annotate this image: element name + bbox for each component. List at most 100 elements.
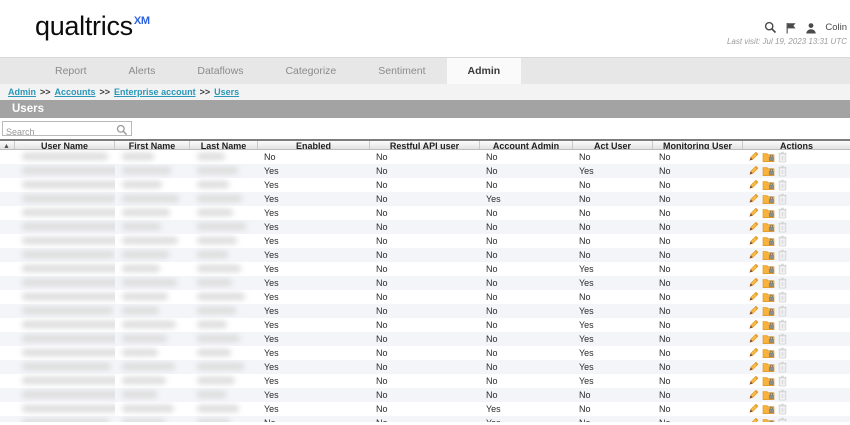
edit-icon[interactable]: [747, 375, 760, 387]
delete-icon[interactable]: [777, 193, 790, 205]
edit-icon[interactable]: [747, 235, 760, 247]
edit-icon[interactable]: [747, 389, 760, 401]
folder-lock-icon[interactable]: [762, 403, 775, 415]
delete-icon[interactable]: [777, 263, 790, 275]
search-input[interactable]: [3, 126, 115, 138]
edit-icon[interactable]: [747, 165, 760, 177]
folder-lock-icon[interactable]: [762, 249, 775, 261]
folder-lock-icon[interactable]: [762, 263, 775, 275]
edit-icon[interactable]: [747, 291, 760, 303]
edit-icon[interactable]: [747, 333, 760, 345]
cell-last-name-redacted: [190, 290, 258, 304]
edit-icon[interactable]: [747, 319, 760, 331]
tab-report[interactable]: Report: [34, 58, 108, 84]
column-header-monitoring-user[interactable]: Monitoring User: [653, 141, 743, 149]
column-header-restful-api-user[interactable]: Restful API user: [370, 141, 480, 149]
folder-lock-icon[interactable]: [762, 305, 775, 317]
column-header-first-name[interactable]: First Name: [115, 141, 190, 149]
search-icon[interactable]: [764, 21, 777, 34]
cell-enabled: No: [258, 416, 370, 422]
edit-icon[interactable]: [747, 193, 760, 205]
delete-icon[interactable]: [777, 221, 790, 233]
delete-icon[interactable]: [777, 305, 790, 317]
sort-arrow-icon[interactable]: ▲: [0, 141, 15, 149]
folder-lock-icon[interactable]: [762, 193, 775, 205]
tab-dataflows[interactable]: Dataflows: [176, 58, 264, 84]
breadcrumb-link-accounts[interactable]: Accounts: [55, 87, 96, 97]
tab-bar: ReportAlertsDataflowsCategorizeSentiment…: [0, 57, 850, 84]
folder-lock-icon[interactable]: [762, 417, 775, 422]
edit-icon[interactable]: [747, 417, 760, 422]
column-header-last-name[interactable]: Last Name: [190, 141, 258, 149]
delete-icon[interactable]: [777, 179, 790, 191]
folder-lock-icon[interactable]: [762, 361, 775, 373]
folder-lock-icon[interactable]: [762, 291, 775, 303]
column-header-enabled[interactable]: Enabled: [258, 141, 370, 149]
delete-icon[interactable]: [777, 361, 790, 373]
edit-icon[interactable]: [747, 305, 760, 317]
column-header-act-user[interactable]: Act User: [573, 141, 653, 149]
folder-lock-icon[interactable]: [762, 235, 775, 247]
edit-icon[interactable]: [747, 249, 760, 261]
breadcrumb-link-enterprise-account[interactable]: Enterprise account: [114, 87, 196, 97]
edit-icon[interactable]: [747, 263, 760, 275]
folder-lock-icon[interactable]: [762, 389, 775, 401]
username[interactable]: Colin: [825, 22, 847, 33]
edit-icon[interactable]: [747, 207, 760, 219]
edit-icon[interactable]: [747, 403, 760, 415]
cell-last-name-redacted: [190, 192, 258, 206]
folder-lock-icon[interactable]: [762, 151, 775, 163]
folder-lock-icon[interactable]: [762, 179, 775, 191]
cell-restful-api-user: No: [370, 206, 480, 220]
edit-icon[interactable]: [747, 179, 760, 191]
cell-first-name-redacted: [115, 206, 190, 220]
tab-sentiment[interactable]: Sentiment: [357, 58, 446, 84]
cell-act-user: No: [573, 150, 653, 164]
folder-lock-icon[interactable]: [762, 333, 775, 345]
cell-user-name-redacted: [15, 248, 115, 262]
delete-icon[interactable]: [777, 235, 790, 247]
column-header-user-name[interactable]: User Name: [15, 141, 115, 149]
edit-icon[interactable]: [747, 361, 760, 373]
folder-lock-icon[interactable]: [762, 165, 775, 177]
edit-icon[interactable]: [747, 221, 760, 233]
folder-lock-icon[interactable]: [762, 319, 775, 331]
tab-alerts[interactable]: Alerts: [108, 58, 177, 84]
delete-icon[interactable]: [777, 375, 790, 387]
delete-icon[interactable]: [777, 277, 790, 289]
edit-icon[interactable]: [747, 151, 760, 163]
edit-icon[interactable]: [747, 347, 760, 359]
folder-lock-icon[interactable]: [762, 277, 775, 289]
cell-enabled: Yes: [258, 402, 370, 416]
folder-lock-icon[interactable]: [762, 221, 775, 233]
breadcrumb-link-users[interactable]: Users: [214, 87, 239, 97]
delete-icon[interactable]: [777, 403, 790, 415]
delete-icon[interactable]: [777, 417, 790, 422]
flag-icon[interactable]: [785, 22, 797, 34]
delete-icon[interactable]: [777, 165, 790, 177]
delete-icon[interactable]: [777, 347, 790, 359]
column-header-account-admin[interactable]: Account Admin: [480, 141, 573, 149]
tab-categorize[interactable]: Categorize: [264, 58, 357, 84]
folder-lock-icon[interactable]: [762, 207, 775, 219]
edit-icon[interactable]: [747, 277, 760, 289]
magnifier-icon[interactable]: [116, 123, 128, 141]
delete-icon[interactable]: [777, 319, 790, 331]
delete-icon[interactable]: [777, 389, 790, 401]
cell-restful-api-user: No: [370, 374, 480, 388]
cell-user-name-redacted: [15, 318, 115, 332]
column-header-actions[interactable]: Actions: [743, 141, 850, 149]
user-icon[interactable]: [805, 22, 817, 34]
breadcrumb-link-admin[interactable]: Admin: [8, 87, 36, 97]
cell-actions: [743, 375, 850, 387]
cell-user-name-redacted: [15, 374, 115, 388]
tab-admin[interactable]: Admin: [447, 58, 522, 84]
folder-lock-icon[interactable]: [762, 347, 775, 359]
delete-icon[interactable]: [777, 151, 790, 163]
users-table: ▲ User NameFirst NameLast NameEnabledRes…: [0, 139, 850, 422]
delete-icon[interactable]: [777, 333, 790, 345]
delete-icon[interactable]: [777, 291, 790, 303]
delete-icon[interactable]: [777, 207, 790, 219]
folder-lock-icon[interactable]: [762, 375, 775, 387]
delete-icon[interactable]: [777, 249, 790, 261]
